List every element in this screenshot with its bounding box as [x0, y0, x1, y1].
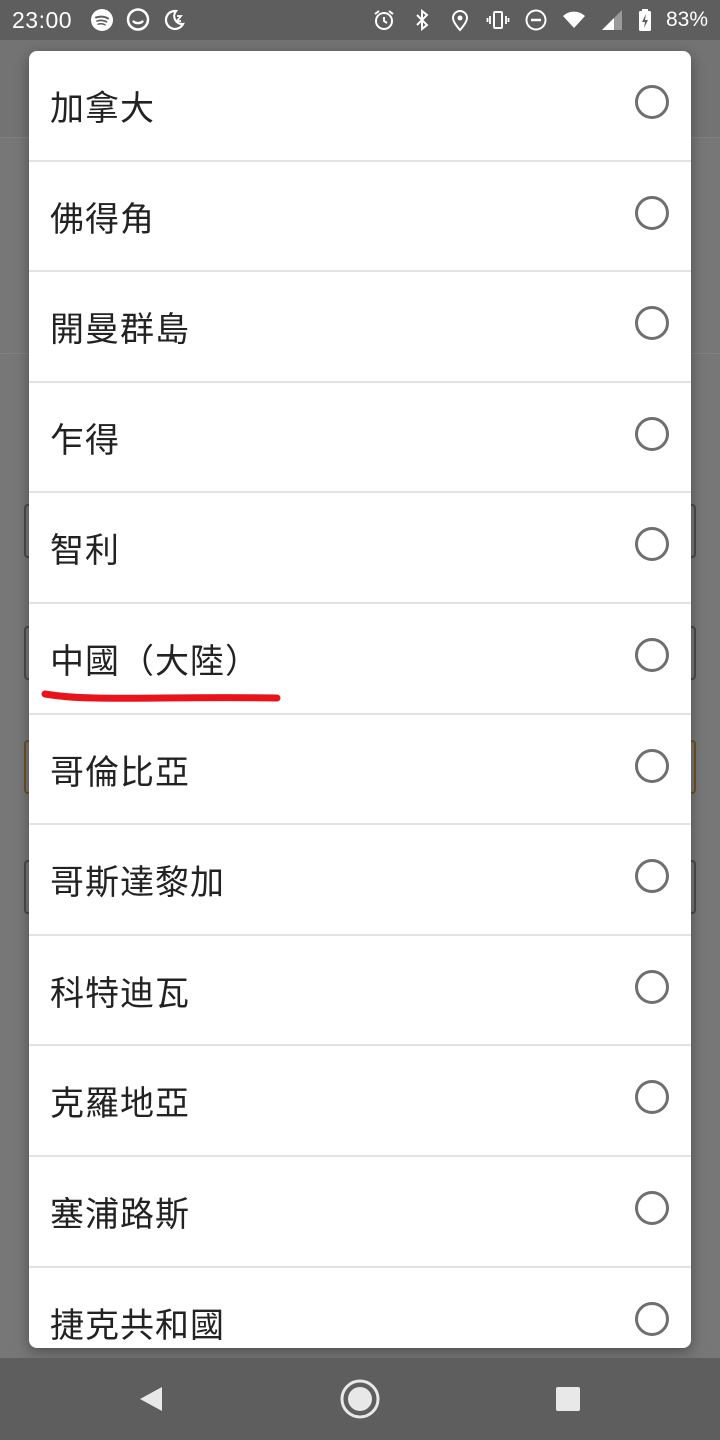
do-not-disturb-icon: [524, 8, 548, 32]
country-option-label: 哥倫比亞: [50, 752, 190, 793]
country-select-dialog: 加拿大 佛得角 開曼群島 乍得 智利 中國（大陸） 哥倫比亞 哥斯達黎加 科特迪…: [29, 51, 691, 1348]
red-underline-annotation: [41, 690, 281, 702]
country-option-label: 中國（大陸）: [50, 641, 260, 682]
country-option[interactable]: 乍得: [29, 383, 691, 494]
country-option-label: 塞浦路斯: [50, 1194, 190, 1235]
radio-button[interactable]: [635, 969, 669, 1004]
radio-button[interactable]: [635, 85, 669, 119]
alarm-icon: [372, 8, 396, 32]
country-option[interactable]: 開曼群島: [29, 272, 691, 383]
navigation-bar: [0, 1358, 720, 1440]
country-option[interactable]: 哥倫比亞: [29, 715, 691, 826]
country-option[interactable]: 塞浦路斯: [29, 1157, 691, 1268]
radio-button[interactable]: [635, 527, 669, 562]
location-icon: [448, 8, 472, 32]
spotify-icon: [90, 8, 114, 32]
country-option[interactable]: 加拿大: [29, 51, 691, 162]
messenger-icon: [126, 8, 150, 32]
country-option[interactable]: 科特迪瓦: [29, 936, 691, 1047]
radio-button[interactable]: [635, 1190, 669, 1225]
country-option-label: 乍得: [50, 420, 120, 461]
country-option-label: 智利: [50, 531, 120, 572]
country-option-label: 克羅地亞: [50, 1084, 190, 1125]
back-icon[interactable]: [128, 1376, 174, 1422]
wifi-icon: [562, 8, 586, 32]
radio-button[interactable]: [635, 1080, 669, 1115]
country-option-label: 科特迪瓦: [50, 973, 190, 1014]
radio-button[interactable]: [635, 195, 669, 230]
radio-button[interactable]: [635, 1301, 669, 1336]
country-option[interactable]: 哥斯達黎加: [29, 825, 691, 936]
country-option-label: 加拿大: [50, 89, 155, 129]
country-option[interactable]: 佛得角: [29, 162, 691, 273]
country-option-label: 哥斯達黎加: [50, 863, 225, 904]
country-option[interactable]: 智利: [29, 493, 691, 604]
radio-button[interactable]: [635, 416, 669, 451]
country-option-china-mainland[interactable]: 中國（大陸）: [29, 604, 691, 715]
system-icons: 83%: [372, 8, 708, 32]
sleep-mode-icon: [162, 8, 186, 32]
bluetooth-icon: [410, 8, 434, 32]
country-option[interactable]: 克羅地亞: [29, 1046, 691, 1157]
vibrate-icon: [486, 8, 510, 32]
cell-signal-icon: [600, 8, 624, 32]
country-option-label: 捷克共和國: [50, 1305, 225, 1346]
battery-percent: 83%: [665, 8, 708, 31]
country-option-label: 佛得角: [50, 199, 155, 240]
notification-icons: [90, 8, 186, 32]
country-option-label: 開曼群島: [50, 310, 190, 351]
radio-button[interactable]: [635, 748, 669, 783]
battery-charging-icon: [638, 8, 652, 32]
status-time: 23:00: [12, 6, 73, 33]
status-bar: 23:00 83%: [0, 0, 720, 40]
country-option[interactable]: 捷克共和國: [29, 1268, 691, 1348]
radio-button[interactable]: [635, 637, 669, 672]
recents-icon[interactable]: [545, 1376, 591, 1422]
radio-button[interactable]: [635, 859, 669, 894]
home-icon[interactable]: [337, 1376, 383, 1422]
radio-button[interactable]: [635, 306, 669, 341]
